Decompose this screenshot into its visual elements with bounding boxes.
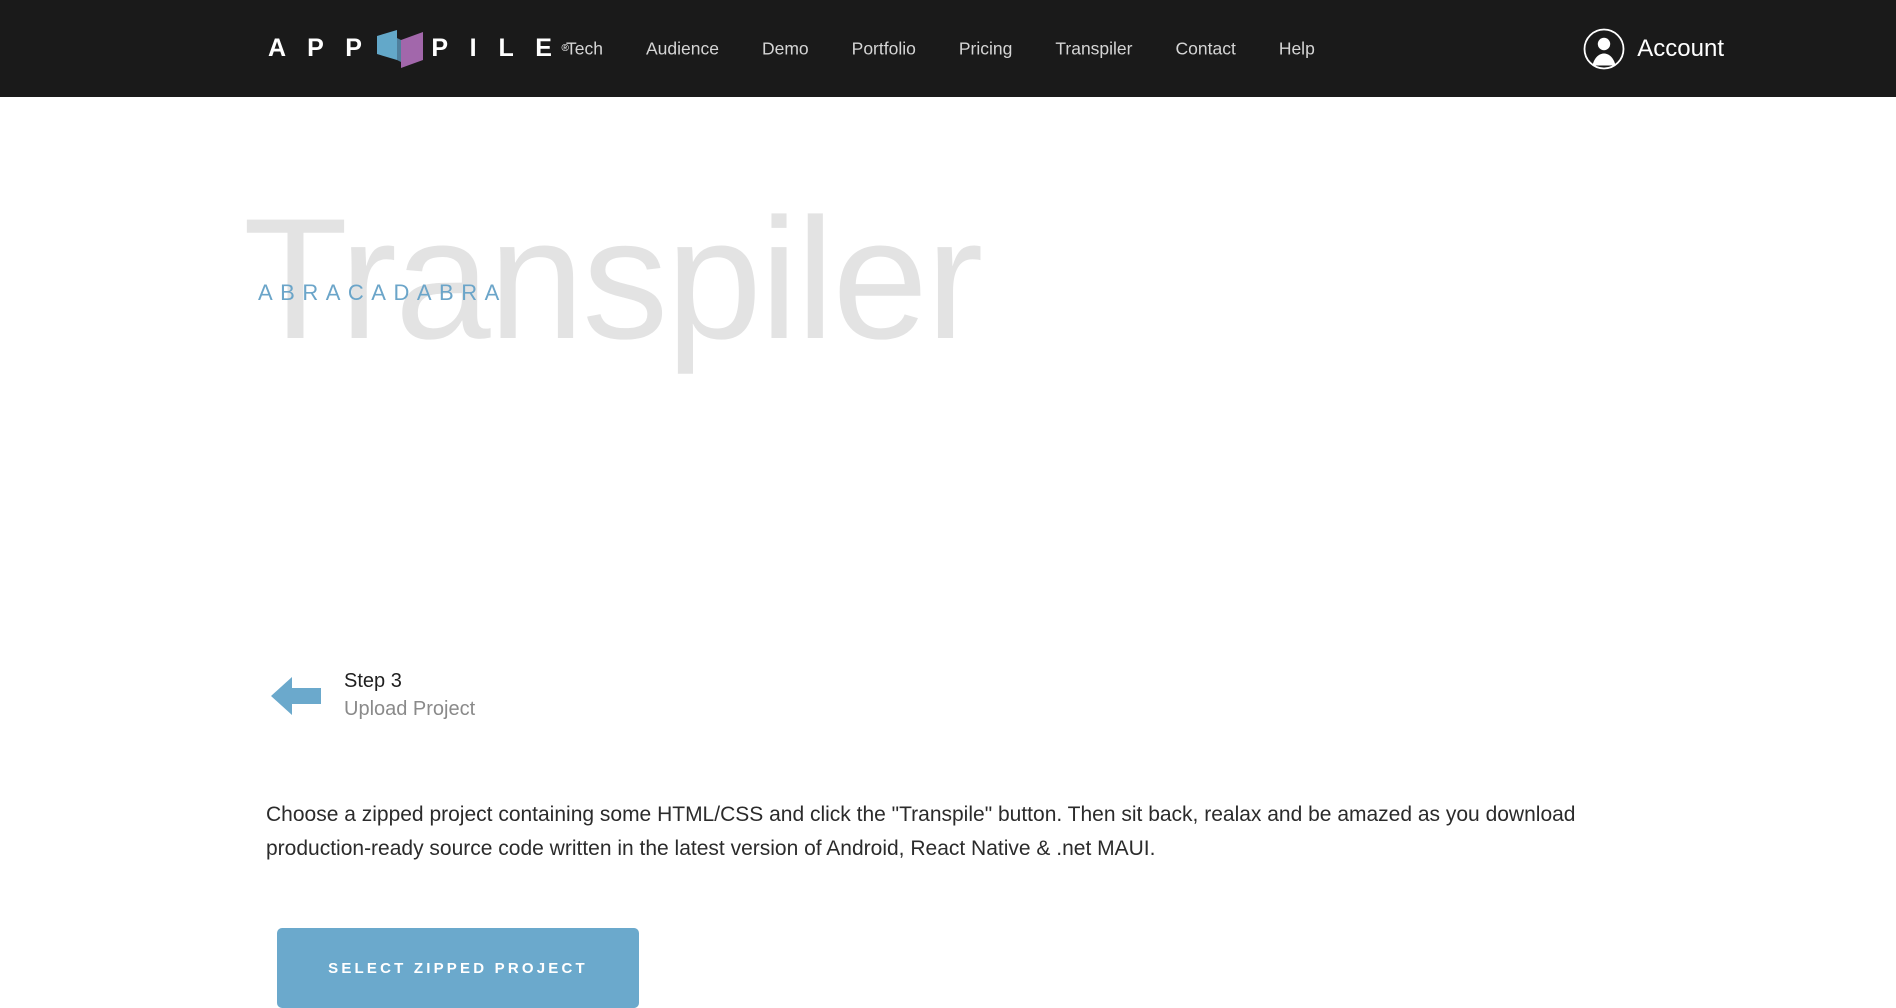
step-text-block: Step 3 Upload Project (344, 669, 475, 722)
hero-section: Transpiler ABRACADABRA (0, 97, 1896, 365)
step-description: Choose a zipped project containing some … (266, 803, 1576, 861)
main-navigation: Tech Audience Demo Portfolio Pricing Tra… (566, 38, 1315, 59)
account-label: Account (1637, 34, 1724, 62)
back-arrow-icon[interactable] (268, 672, 324, 720)
hero-watermark-title: Transpiler (243, 183, 983, 375)
step-title: Step 3 (344, 670, 402, 692)
logo-word-pile: P I L E (431, 34, 560, 62)
logo-word-app: A P P (268, 34, 370, 62)
site-header: A P P P I L E ® Tech Audience Demo Portf… (0, 0, 1896, 97)
select-zipped-project-button[interactable]: Select Zipped Project (277, 928, 639, 1008)
user-avatar-icon (1583, 28, 1625, 70)
nav-item-contact[interactable]: Contact (1176, 38, 1236, 59)
nav-item-demo[interactable]: Demo (762, 38, 809, 59)
account-button[interactable]: Account (1583, 28, 1724, 70)
nav-item-audience[interactable]: Audience (646, 38, 719, 59)
nav-item-portfolio[interactable]: Portfolio (852, 38, 916, 59)
nav-item-pricing[interactable]: Pricing (959, 38, 1013, 59)
nav-item-help[interactable]: Help (1279, 38, 1315, 59)
nav-item-tech[interactable]: Tech (566, 38, 603, 59)
site-logo[interactable]: A P P P I L E ® (268, 27, 569, 71)
step-header-row: Step 3 Upload Project (268, 669, 475, 722)
nav-item-transpiler[interactable]: Transpiler (1055, 38, 1132, 59)
open-book-logo-icon (375, 28, 427, 70)
step-subtitle: Upload Project (344, 698, 476, 720)
hero-kicker-label: ABRACADABRA (258, 280, 507, 305)
